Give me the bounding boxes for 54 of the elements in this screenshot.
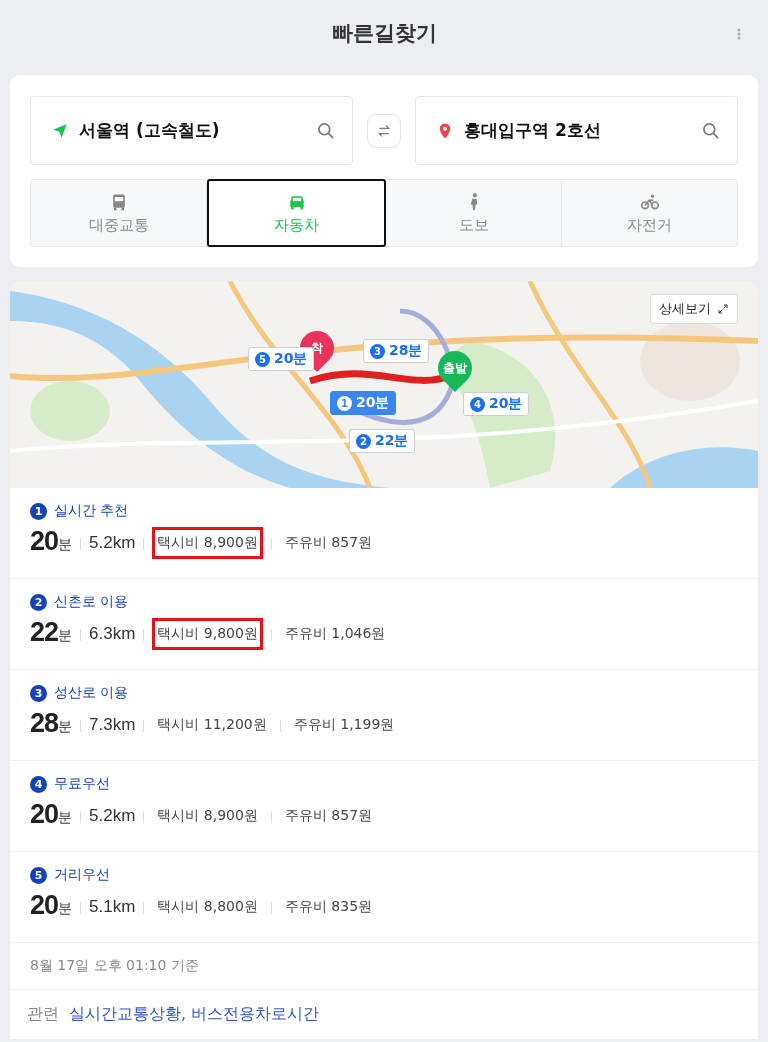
fuel-cost: 주유비 857원: [283, 533, 374, 552]
detail-button[interactable]: 상세보기: [650, 294, 738, 324]
route-time-label[interactable]: 3 28분: [363, 339, 430, 363]
route-name[interactable]: 거리우선: [54, 866, 110, 884]
minute-unit: 분: [58, 627, 73, 645]
route-time-label[interactable]: 2 22분: [349, 429, 416, 453]
taxi-fare: 택시비 11,200원: [156, 715, 268, 734]
fuel-cost: 주유비 857원: [283, 806, 374, 825]
travel-minutes: 22: [30, 616, 59, 648]
route-distance: 6.3km: [89, 624, 136, 644]
page-title: 빠른길찾기: [331, 20, 437, 47]
destination-field[interactable]: 홍대입구역 2호선: [415, 96, 738, 165]
minute-unit: 분: [58, 900, 73, 918]
arrow-icon: [51, 121, 69, 140]
route-number: 2: [30, 593, 47, 611]
taxi-fare: 택시비 8,900원: [152, 527, 263, 559]
route-number: 5: [30, 866, 47, 884]
taxi-fare: 택시비 8,900원: [156, 806, 259, 825]
route-distance: 5.2km: [89, 533, 136, 553]
travel-minutes: 20: [30, 889, 59, 921]
minute-unit: 분: [58, 718, 73, 736]
route-number: 3: [30, 684, 47, 702]
origin-field[interactable]: 서울역 (고속철도): [30, 96, 353, 165]
taxi-fare: 택시비 9,800원: [152, 618, 263, 650]
fuel-cost: 주유비 835원: [283, 897, 374, 916]
swap-icon: [376, 122, 392, 139]
route-number: 4: [30, 775, 47, 793]
route-distance: 5.1km: [89, 897, 136, 917]
update-time: 8월 17일 오후 01:10 기준: [10, 943, 758, 990]
route-distance: 7.3km: [89, 715, 136, 735]
route-distance: 5.2km: [89, 806, 136, 826]
expand-icon: [717, 303, 729, 315]
fuel-cost: 주유비 1,199원: [292, 715, 396, 734]
search-icon[interactable]: [316, 120, 336, 141]
route-number: 1: [30, 502, 47, 520]
related-label: 관련: [27, 1004, 59, 1025]
taxi-fare: 택시비 8,800원: [156, 897, 259, 916]
swap-button[interactable]: [367, 113, 401, 148]
route-time-label[interactable]: 4 20분: [463, 392, 530, 416]
travel-minutes: 20: [30, 798, 59, 830]
fuel-cost: 주유비 1,046원: [283, 624, 387, 643]
travel-minutes: 28: [30, 707, 59, 739]
related-link[interactable]: 버스전용차로시간: [191, 1004, 320, 1025]
route-name[interactable]: 실시간 추천: [54, 502, 129, 520]
minute-unit: 분: [58, 536, 73, 554]
related-link[interactable]: 실시간교통상황,: [69, 1004, 187, 1025]
route-name[interactable]: 성산로 이용: [54, 684, 129, 702]
route-name[interactable]: 무료우선: [54, 775, 110, 793]
route-name[interactable]: 신촌로 이용: [54, 593, 129, 611]
mode-tab[interactable]: 자전거: [562, 180, 737, 246]
travel-minutes: 20: [30, 525, 59, 557]
minute-unit: 분: [58, 809, 73, 827]
route-time-label[interactable]: 1 20분: [330, 391, 397, 415]
search-icon[interactable]: [701, 120, 721, 141]
